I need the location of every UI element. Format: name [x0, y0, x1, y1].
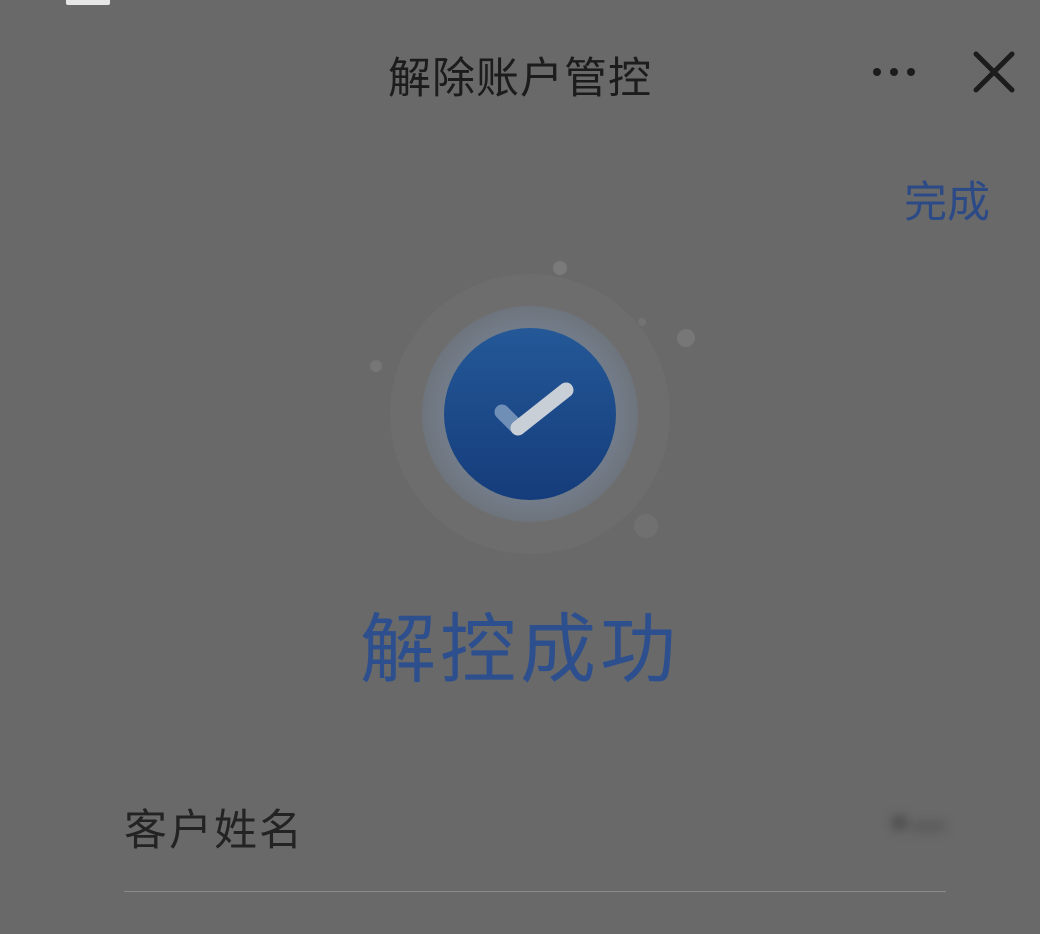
title-bar: 解除账户管控	[0, 0, 1040, 140]
success-check-graphic	[356, 250, 716, 560]
more-dot-icon	[907, 68, 915, 76]
more-options-button[interactable]	[858, 52, 930, 92]
detail-value: •—	[888, 803, 946, 845]
close-button[interactable]	[964, 42, 1024, 102]
row-divider	[124, 891, 946, 892]
result-message: 解控成功	[360, 605, 680, 694]
done-button[interactable]: 完成	[904, 168, 990, 230]
more-dot-icon	[873, 68, 881, 76]
detail-row-customer-name: 客户姓名 •—	[124, 770, 946, 892]
detail-label: 客户姓名	[124, 806, 304, 856]
check-circle-icon	[370, 261, 695, 554]
close-icon	[973, 51, 1015, 93]
more-dot-icon	[890, 68, 898, 76]
